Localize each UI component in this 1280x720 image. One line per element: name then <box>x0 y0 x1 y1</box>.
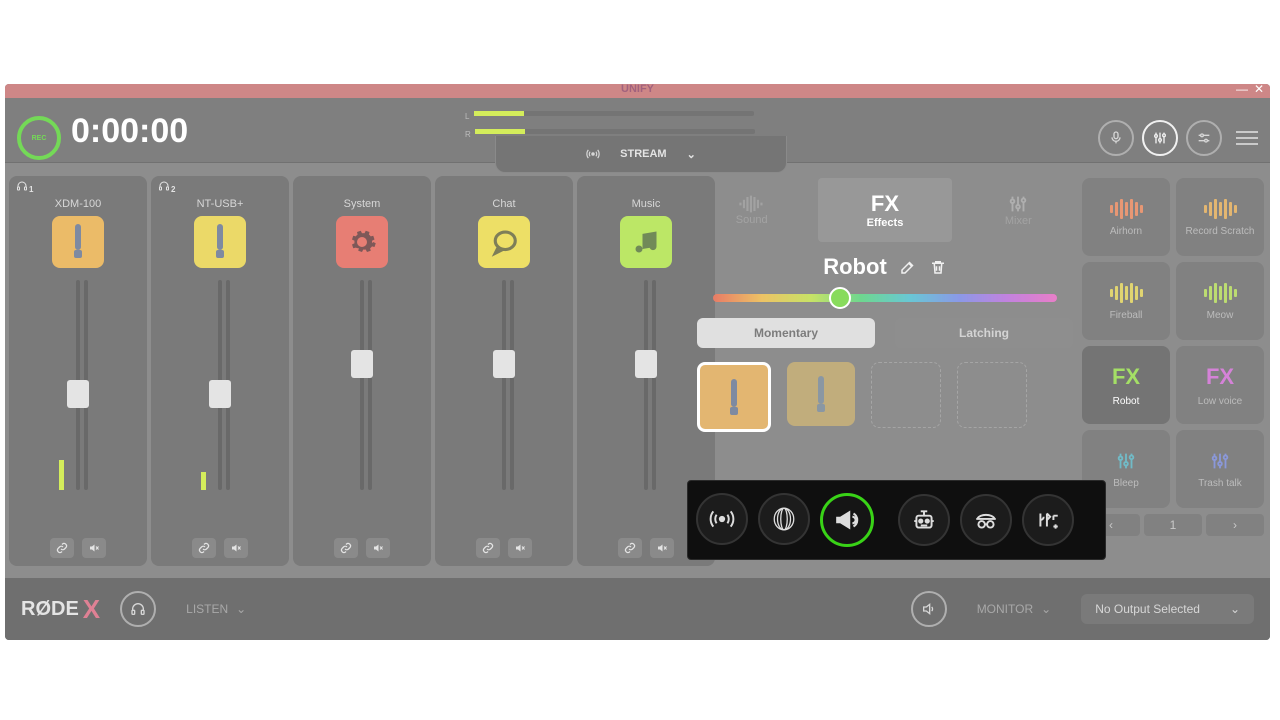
listen-dropdown[interactable]: LISTEN⌄ <box>176 598 256 620</box>
channel-xdm-100: 1 XDM-100 <box>9 176 147 566</box>
listen-headphones-button[interactable] <box>120 591 156 627</box>
mic-settings-button[interactable] <box>1098 120 1134 156</box>
effects-page: 1 <box>1144 514 1202 536</box>
chevron-down-icon: ⌄ <box>687 148 696 161</box>
effect-card-record-scratch[interactable]: Record Scratch <box>1176 178 1264 256</box>
channel-link-button[interactable] <box>334 538 358 558</box>
headphone-icon: 1 <box>15 180 33 195</box>
channel-chat: Chat <box>435 176 573 566</box>
channel-mute-button[interactable] <box>224 538 248 558</box>
channel-mute-button[interactable] <box>508 538 532 558</box>
channel-icon[interactable] <box>478 216 530 268</box>
effect-card-trash-talk[interactable]: Trash talk <box>1176 430 1264 508</box>
fx-type-echo[interactable] <box>696 493 748 545</box>
fx-target-2[interactable] <box>787 362 855 426</box>
channel-icon[interactable] <box>52 216 104 268</box>
app-title: UNIFY <box>5 84 1270 95</box>
fx-type-incognito[interactable] <box>960 494 1012 546</box>
fx-type-robot[interactable] <box>898 494 950 546</box>
slider-handle[interactable] <box>829 287 851 309</box>
bottombar: RØDEX LISTEN⌄ MONITOR⌄ No Output Selecte… <box>5 578 1270 640</box>
channel-system: System <box>293 176 431 566</box>
stream-selector[interactable]: STREAM ⌄ <box>495 136 787 173</box>
channel-mute-button[interactable] <box>366 538 390 558</box>
channel-fader[interactable] <box>485 280 523 490</box>
mixer-settings-button[interactable] <box>1142 120 1178 156</box>
channel-fader[interactable] <box>59 280 97 490</box>
fx-target-3-empty[interactable] <box>871 362 941 428</box>
titlebar: UNIFY — ✕ <box>5 84 1270 98</box>
preferences-button[interactable] <box>1186 120 1222 156</box>
channel-link-button[interactable] <box>192 538 216 558</box>
fx-name: Robot <box>823 254 887 280</box>
record-button[interactable]: REC <box>17 116 61 160</box>
app-window: UNIFY — ✕ REC 0:00:00 L R STREAM ⌄ <box>5 84 1270 640</box>
edit-icon[interactable] <box>899 258 917 276</box>
channel-link-button[interactable] <box>50 538 74 558</box>
fx-target-4-empty[interactable] <box>957 362 1027 428</box>
fx-color-slider[interactable] <box>713 294 1057 302</box>
channel-link-button[interactable] <box>476 538 500 558</box>
meter-left <box>474 111 754 116</box>
mode-momentary[interactable]: Momentary <box>697 318 875 348</box>
effect-card-robot[interactable]: FXRobot <box>1082 346 1170 424</box>
fx-type-reverb[interactable] <box>758 493 810 545</box>
headphone-icon: 2 <box>157 180 175 195</box>
fx-type-megaphone[interactable] <box>820 493 874 547</box>
effects-next[interactable]: › <box>1206 514 1264 536</box>
channel-nt-usb+: 2 NT-USB+ <box>151 176 289 566</box>
fx-tab-effects[interactable]: FXEffects <box>818 178 951 242</box>
effects-sidebar: AirhornRecord ScratchFireballMeowFXRobot… <box>1082 178 1264 536</box>
fx-panel: SoundFXEffectsMixer Robot Momentary Latc… <box>685 178 1085 478</box>
channel-icon[interactable] <box>336 216 388 268</box>
chevron-down-icon: ⌄ <box>236 602 246 616</box>
channel-mute-button[interactable] <box>650 538 674 558</box>
effect-card-low-voice[interactable]: FXLow voice <box>1176 346 1264 424</box>
record-timer: 0:00:00 <box>71 112 188 151</box>
channel-icon[interactable] <box>194 216 246 268</box>
fx-tab-sound[interactable]: Sound <box>685 178 818 242</box>
channel-label: System <box>293 198 431 210</box>
topbar: REC 0:00:00 L R STREAM ⌄ <box>5 98 1270 163</box>
channel-mute-button[interactable] <box>82 538 106 558</box>
mode-latching[interactable]: Latching <box>895 318 1073 348</box>
fx-type-pitch[interactable] <box>1022 494 1074 546</box>
channel-fader[interactable] <box>627 280 665 490</box>
channel-label: XDM-100 <box>9 198 147 210</box>
fx-target-1[interactable] <box>697 362 771 432</box>
channel-label: Chat <box>435 198 573 210</box>
close-icon[interactable]: ✕ <box>1254 84 1264 96</box>
channel-label: NT-USB+ <box>151 198 289 210</box>
minimize-icon[interactable]: — <box>1236 84 1248 96</box>
fx-type-bar <box>687 480 1106 560</box>
chevron-down-icon: ⌄ <box>1230 602 1240 616</box>
channel-icon[interactable] <box>620 216 672 268</box>
effect-card-fireball[interactable]: Fireball <box>1082 262 1170 340</box>
channel-fader[interactable] <box>343 280 381 490</box>
channel-fader[interactable] <box>201 280 239 490</box>
channel-link-button[interactable] <box>618 538 642 558</box>
brand-logo: RØDEX <box>21 594 100 625</box>
effect-card-airhorn[interactable]: Airhorn <box>1082 178 1170 256</box>
meter-right <box>475 129 755 134</box>
monitor-dropdown[interactable]: MONITOR⌄ <box>967 598 1062 620</box>
effect-card-meow[interactable]: Meow <box>1176 262 1264 340</box>
broadcast-icon <box>586 147 600 161</box>
fx-tab-mixer[interactable]: Mixer <box>952 178 1085 242</box>
monitor-speaker-button[interactable] <box>911 591 947 627</box>
output-selector[interactable]: No Output Selected⌄ <box>1081 594 1254 624</box>
trash-icon[interactable] <box>929 258 947 276</box>
menu-button[interactable] <box>1236 131 1258 145</box>
chevron-down-icon: ⌄ <box>1041 602 1051 616</box>
